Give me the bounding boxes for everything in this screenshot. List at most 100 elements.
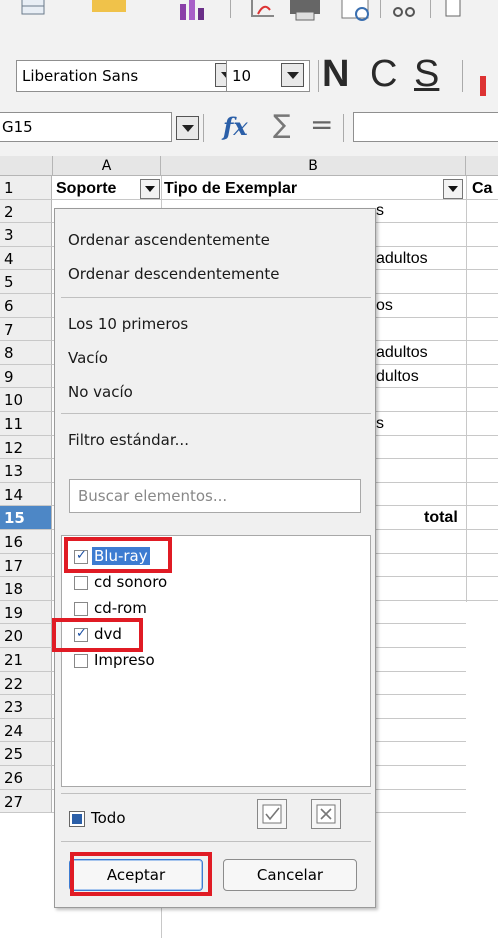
row-header-3[interactable]: 3	[0, 223, 52, 247]
dvd-checkbox[interactable]	[74, 626, 88, 642]
cd-rom-checkbox[interactable]	[74, 602, 88, 616]
row-header-15[interactable]: 15	[0, 506, 52, 530]
formatting-toolbar: Liberation Sans 10 N C S	[0, 40, 498, 104]
row-header-13[interactable]: 13	[0, 459, 52, 483]
toolbar-divider	[230, 0, 231, 18]
column-header-a[interactable]: A	[53, 156, 161, 176]
list-item-label: dvd	[94, 625, 122, 643]
folder-icon[interactable]	[92, 0, 128, 14]
row-header-14[interactable]: 14	[0, 482, 52, 507]
bold-button[interactable]: N	[322, 54, 349, 94]
row-header-5[interactable]: 5	[0, 270, 52, 294]
row-header-1[interactable]: 1	[0, 176, 52, 200]
row-header-16[interactable]: 16	[0, 530, 52, 554]
autofilter-button-b[interactable]	[443, 179, 463, 199]
menu-separator	[61, 793, 371, 794]
toolbar-divider	[430, 0, 431, 18]
cell-c1[interactable]: Ca	[472, 180, 492, 198]
column-header-b[interactable]: B	[161, 156, 466, 176]
row-header-24[interactable]: 24	[0, 718, 52, 743]
menu-item-standard-filter[interactable]: Filtro estándar...	[68, 431, 189, 449]
column-header-c[interactable]	[466, 156, 498, 176]
row-header-7[interactable]: 7	[0, 317, 52, 342]
unselect-current-button[interactable]	[311, 799, 341, 829]
cell-b4[interactable]: adultos	[376, 250, 428, 268]
italic-button[interactable]: C	[370, 54, 397, 94]
row-header-21[interactable]: 21	[0, 648, 52, 672]
row-header-6[interactable]: 6	[0, 294, 52, 318]
name-box[interactable]: G15	[0, 112, 172, 142]
row-header-2[interactable]: 2	[0, 199, 52, 224]
cancel-button[interactable]: Cancelar	[223, 859, 357, 891]
autofilter-button-a[interactable]	[140, 179, 160, 199]
row-header-12[interactable]: 12	[0, 435, 52, 460]
cut-icon[interactable]	[390, 0, 420, 20]
print-preview-icon[interactable]	[340, 0, 374, 24]
row-header-11[interactable]: 11	[0, 412, 52, 436]
row-header-10[interactable]: 10	[0, 388, 52, 412]
cell-b2[interactable]: s	[376, 202, 384, 220]
cell-b9[interactable]: dultos	[376, 368, 419, 386]
select-all-label: Todo	[91, 809, 126, 827]
search-input[interactable]: Buscar elementos...	[69, 479, 361, 513]
cell-b11[interactable]: s	[376, 415, 384, 433]
row-header-8[interactable]: 8	[0, 341, 52, 365]
menu-item-empty[interactable]: Vacío	[68, 349, 108, 367]
strikethrough-icon[interactable]	[480, 76, 486, 96]
row-header-27[interactable]: 27	[0, 789, 52, 814]
standard-toolbar	[0, 0, 498, 40]
row-header-25[interactable]: 25	[0, 742, 52, 766]
formula-input[interactable]	[353, 112, 498, 142]
list-item-label: Blu-ray	[92, 547, 150, 565]
row-header-26[interactable]: 26	[0, 766, 52, 790]
impreso-checkbox[interactable]	[74, 654, 88, 668]
row-header-20[interactable]: 20	[0, 624, 52, 648]
corner-select-all[interactable]	[0, 156, 53, 176]
menu-separator	[61, 413, 371, 414]
formula-bar: G15 fx ∑ =	[0, 104, 498, 156]
row-header-19[interactable]: 19	[0, 600, 52, 625]
cell-b8[interactable]: adultos	[376, 344, 428, 362]
row-header-17[interactable]: 17	[0, 553, 52, 578]
sum-icon[interactable]: ∑	[273, 110, 291, 140]
copy-icon[interactable]	[442, 0, 472, 20]
row-header-4[interactable]: 4	[0, 246, 52, 271]
menu-item-sort-descending[interactable]: Ordenar descendentemente	[68, 265, 279, 283]
ok-button[interactable]: Aceptar	[69, 859, 203, 891]
print-icon[interactable]	[288, 0, 322, 22]
select-current-button[interactable]	[257, 799, 287, 829]
cell-a1[interactable]: Soporte	[56, 180, 116, 198]
menu-item-top-10[interactable]: Los 10 primeros	[68, 315, 188, 333]
table-icon[interactable]	[20, 0, 48, 18]
underline-button[interactable]: S	[414, 54, 439, 94]
menu-separator	[61, 297, 371, 298]
function-wizard-icon[interactable]: fx	[223, 112, 248, 141]
pdf-export-icon[interactable]	[248, 0, 278, 22]
toolbar-divider	[380, 0, 381, 18]
font-name-combo[interactable]: Liberation Sans	[16, 60, 242, 92]
autofilter-popup: Ordenar ascendentemente Ordenar descende…	[54, 208, 376, 908]
menu-separator	[61, 841, 371, 842]
select-all-checkbox[interactable]	[69, 811, 85, 827]
row-header-9[interactable]: 9	[0, 364, 52, 389]
filter-value-list[interactable]: Blu-ray cd sonoro cd-rom dvd Impreso	[61, 535, 371, 787]
cell-b1[interactable]: Tipo de Exemplar	[164, 180, 297, 198]
cell-b15[interactable]: total	[424, 509, 458, 527]
font-size-dropdown-button[interactable]	[281, 63, 304, 87]
gridline	[52, 198, 498, 200]
toolbar-divider	[462, 60, 463, 92]
chart-icon[interactable]	[178, 0, 208, 22]
row-header-18[interactable]: 18	[0, 577, 52, 601]
cd-sonoro-checkbox[interactable]	[74, 576, 88, 590]
menu-item-sort-ascending[interactable]: Ordenar ascendentemente	[68, 231, 270, 249]
formula-equals-icon[interactable]: =	[310, 108, 333, 141]
name-box-dropdown-button[interactable]	[176, 116, 199, 140]
cell-reference: G15	[2, 118, 33, 136]
search-placeholder: Buscar elementos...	[78, 487, 228, 505]
row-header-23[interactable]: 23	[0, 695, 52, 719]
menu-item-not-empty[interactable]: No vacío	[68, 383, 133, 401]
cell-b6[interactable]: os	[376, 297, 393, 315]
row-header-22[interactable]: 22	[0, 671, 52, 696]
blu-ray-checkbox[interactable]	[74, 548, 88, 564]
list-item-label: Impreso	[94, 651, 155, 669]
